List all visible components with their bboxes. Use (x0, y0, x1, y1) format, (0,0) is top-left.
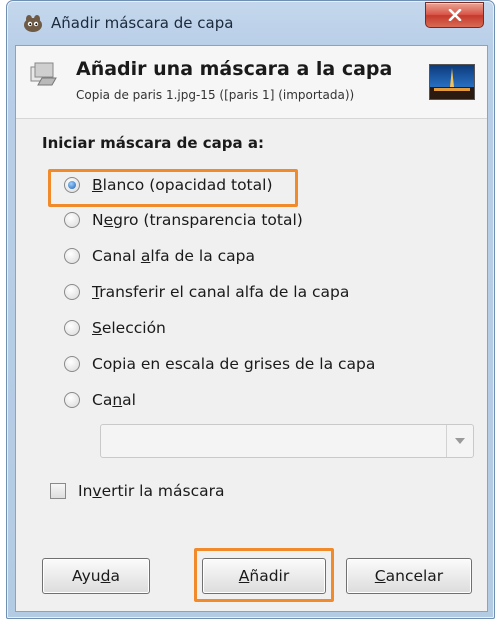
radio-option[interactable]: Canal (64, 388, 136, 412)
radio-button[interactable] (64, 248, 80, 264)
radio-option[interactable]: Transferir el canal alfa de la capa (64, 280, 349, 304)
radio-button[interactable] (64, 356, 80, 372)
highlight-add-button (194, 548, 334, 602)
dialog-header: Añadir una máscara a la capa Copia de pa… (16, 46, 487, 119)
title-bar[interactable]: Añadir máscara de capa (7, 1, 494, 45)
dialog-client-area: Añadir una máscara a la capa Copia de pa… (15, 45, 488, 612)
radio-option-label: Negro (transparencia total) (92, 211, 303, 229)
cancel-button-label: Cancelar (374, 567, 444, 585)
radio-button[interactable] (64, 284, 80, 300)
radio-option-label: Canal (92, 391, 136, 409)
combo-dropdown-button[interactable] (446, 425, 473, 457)
highlight-selected-option (48, 169, 298, 207)
help-button-label: Ayuda (72, 567, 120, 585)
radio-option-label: Transferir el canal alfa de la capa (92, 283, 350, 301)
section-title: Iniciar máscara de capa a: (42, 134, 264, 152)
radio-button[interactable] (64, 320, 80, 336)
radio-option-label: Canal alfa de la capa (92, 247, 255, 265)
radio-option[interactable]: Selección (64, 316, 166, 340)
close-button[interactable] (425, 2, 484, 28)
header-title: Añadir una máscara a la capa (76, 58, 393, 80)
gimp-wilber-icon (24, 15, 42, 32)
paris-night-thumbnail (429, 64, 475, 100)
radio-option[interactable]: Copia en escala de grises de la capa (64, 352, 375, 376)
radio-option[interactable]: Canal alfa de la capa (64, 244, 255, 268)
header-subtitle: Copia de paris 1.jpg-15 ([paris 1] (impo… (76, 88, 355, 102)
close-icon (448, 9, 461, 21)
radio-option[interactable]: Negro (transparencia total) (64, 208, 303, 232)
help-button[interactable]: Ayuda (42, 558, 150, 594)
invert-mask-label: Invertir la máscara (78, 482, 225, 500)
invert-mask-checkbox-row[interactable]: Invertir la máscara (50, 482, 224, 500)
cancel-button[interactable]: Cancelar (346, 558, 472, 594)
radio-option-label: Copia en escala de grises de la capa (92, 355, 376, 373)
radio-button[interactable] (64, 212, 80, 228)
chevron-down-icon (455, 438, 465, 444)
radio-option-label: Selección (92, 319, 166, 337)
dialog-window: Añadir máscara de capa Añadir una máscar… (6, 0, 495, 619)
radio-button[interactable] (64, 392, 80, 408)
layer-mask-icon (30, 62, 57, 86)
channel-combo[interactable] (100, 424, 474, 458)
window-title: Añadir máscara de capa (51, 14, 234, 32)
invert-mask-checkbox[interactable] (50, 483, 66, 499)
